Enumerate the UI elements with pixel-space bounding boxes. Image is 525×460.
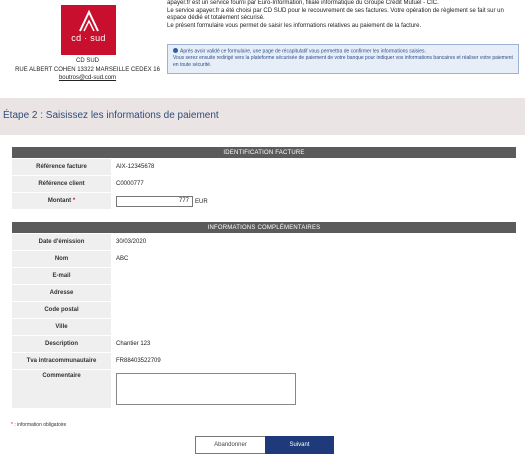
city-value — [111, 318, 517, 336]
extra-info-table: INFORMATIONS COMPLÉMENTAIRES Date d'émis… — [11, 221, 517, 409]
city-label: Ville — [11, 318, 112, 336]
required-note: * : information obligatoire — [11, 422, 66, 428]
invoice-table: IDENTIFICATION FACTURE Référence facture… — [11, 146, 517, 210]
vat-label: Tva intracommunautaire — [11, 352, 112, 370]
reference-label: Référence facture — [11, 158, 112, 176]
address-value — [111, 284, 517, 302]
vat-value: FR88403522709 — [111, 352, 517, 370]
amount-label-cell: Montant * — [11, 192, 112, 210]
merchant-address: RUE ALBERT COHEN 13322 MARSEILLE CEDEX 1… — [15, 66, 160, 73]
amount-input[interactable]: 777 — [116, 195, 193, 207]
step-band: Étape 2 : Saisissez les informations de … — [0, 98, 525, 135]
currency-label: EUR — [195, 198, 208, 205]
logo-mark-icon — [78, 9, 99, 32]
intro-line: apayer.fr est un service fourni par Euro… — [167, 0, 439, 6]
merchant-info: CD SUD RUE ALBERT COHEN 13322 MARSEILLE … — [0, 57, 175, 83]
cancel-button[interactable]: Abandonner — [195, 436, 266, 454]
date-value: 30/03/2020 — [111, 233, 517, 251]
client-value: C0000777 — [111, 175, 517, 193]
merchant-logo: cd · sud — [61, 5, 116, 55]
intro-line: Le service apayer.fr a été choisi par CD… — [167, 7, 504, 22]
extra-section-title: INFORMATIONS COMPLÉMENTAIRES — [11, 221, 517, 234]
logo-text: cd · sud — [71, 33, 106, 43]
comment-cell — [111, 369, 517, 409]
intro-text: apayer.fr est un service fourni par Euro… — [167, 0, 517, 30]
date-label: Date d'émission — [11, 233, 112, 251]
amount-cell: 777 EUR — [111, 192, 517, 210]
postal-label: Code postal — [11, 301, 112, 319]
info-line: Après avoir validé ce formulaire, une pa… — [180, 48, 426, 55]
info-box: Après avoir validé ce formulaire, une pa… — [167, 44, 519, 74]
name-label: Nom — [11, 250, 112, 268]
invoice-section-title: IDENTIFICATION FACTURE — [11, 146, 517, 159]
description-value: Chantier 123 — [111, 335, 517, 353]
intro-line: Le présent formulaire vous permet de sai… — [167, 22, 422, 29]
merchant-email-link[interactable]: boutros@cd-sud.com — [0, 74, 175, 83]
postal-value — [111, 301, 517, 319]
info-line: Vous serez ensuite redirigé vers la plat… — [173, 55, 513, 68]
merchant-name: CD SUD — [75, 58, 99, 64]
required-note-text: : information obligatoire — [12, 422, 67, 428]
reference-value: AIX-12345678 — [111, 158, 517, 176]
name-value: ABC — [111, 250, 517, 268]
required-asterisk: * — [72, 198, 76, 204]
email-value — [111, 267, 517, 285]
next-button[interactable]: Suivant — [265, 436, 334, 454]
amount-label: Montant — [47, 198, 72, 204]
email-label: E-mail — [11, 267, 112, 285]
info-icon — [173, 48, 178, 53]
address-label: Adresse — [11, 284, 112, 302]
step-title: Étape 2 : Saisissez les informations de … — [3, 110, 219, 121]
client-label: Référence client — [11, 175, 112, 193]
comment-label: Commentaire — [11, 369, 112, 409]
description-label: Description — [11, 335, 112, 353]
page-header: cd · sud CD SUD RUE ALBERT COHEN 13322 M… — [0, 0, 525, 90]
comment-textarea[interactable] — [116, 373, 296, 405]
